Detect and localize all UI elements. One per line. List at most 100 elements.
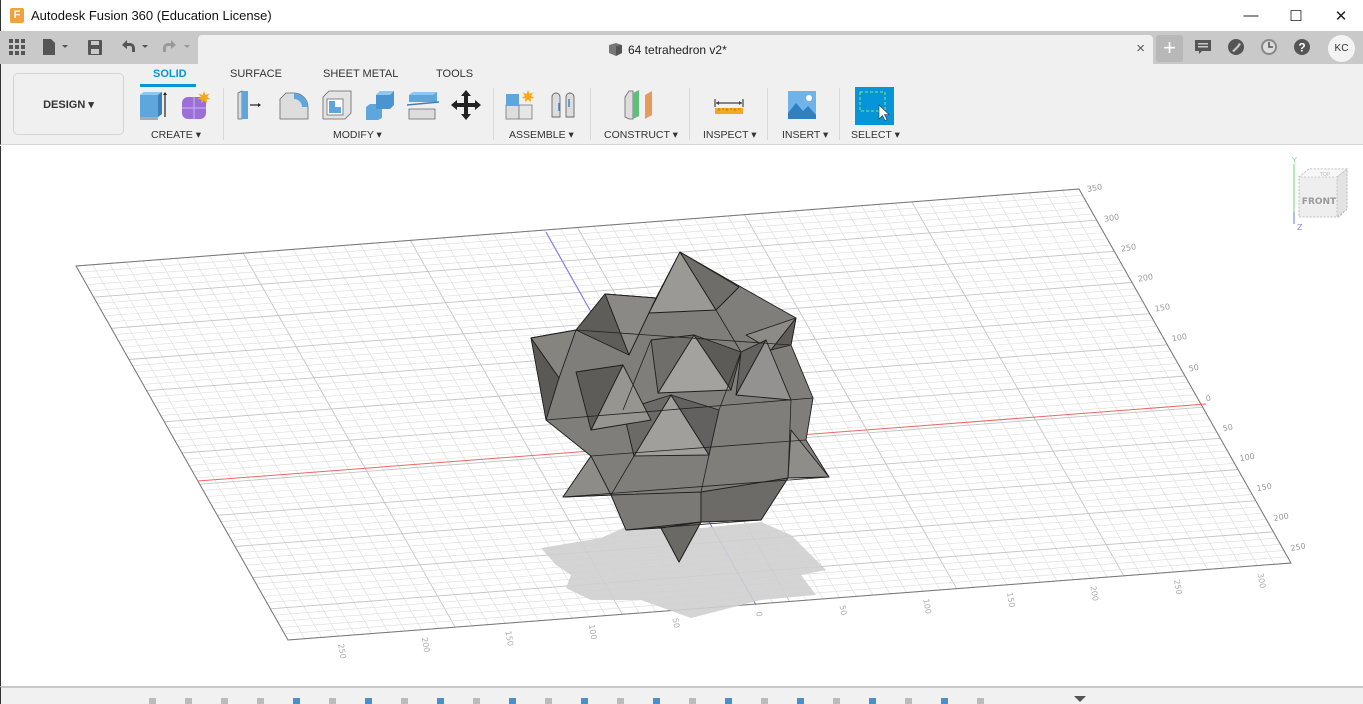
insert-menu[interactable]: INSERT ▾ [782,129,828,141]
timeline-feature-icon [509,698,516,704]
joint-icon[interactable] [548,89,580,121]
axis-tick-label: 250 [336,643,348,660]
timeline-feature-icon [437,698,444,704]
3d-viewport[interactable]: 350 300 250 200 150 100 50 0 50 100 150 200 250 250 20… [0,146,1363,686]
measure-icon[interactable] [713,89,745,121]
separator [493,88,494,140]
offset-plane-icon[interactable] [623,89,655,121]
timeline-feature-icon [869,698,876,704]
timeline-feature-icon [653,698,660,704]
canvas[interactable]: 350 300 250 200 150 100 50 0 50 100 150 200 250 250 20… [1,146,1363,686]
save-icon[interactable] [88,38,102,56]
axis-tick-label: 150 [1256,482,1273,494]
separator [839,88,840,140]
comments-icon[interactable] [1193,37,1213,57]
extensions-icon[interactable] [1226,37,1246,57]
tab-tools[interactable]: TOOLS [436,68,473,80]
axis-tick-label: 350 [1086,182,1103,194]
maximize-button[interactable]: ☐ [1273,0,1319,31]
active-tab-indicator [140,84,196,87]
move-copy-icon[interactable] [450,89,482,121]
timeline-feature-icon [221,698,228,704]
close-tab-button[interactable]: × [1136,40,1145,57]
timeline-feature-icon [473,698,480,704]
split-body-icon[interactable] [407,89,439,121]
timeline-feature-icon [293,698,300,704]
minimize-button[interactable]: — [1228,0,1274,31]
tab-surface[interactable]: SURFACE [230,68,282,80]
select-menu[interactable]: SELECT ▾ [851,129,900,141]
timeline-controls[interactable] [1,688,1363,704]
axis-tick-label: 50 [1188,363,1200,374]
separator [689,88,690,140]
tab-sheet-metal[interactable]: SHEET METAL [323,68,398,80]
axis-tick-label: 300 [1256,572,1268,589]
separator [590,88,591,140]
create-menu[interactable]: CREATE ▾ [151,129,201,141]
window-select-icon[interactable] [855,87,894,125]
axis-tick-label: 150 [1005,592,1017,609]
timeline-feature-icon [941,698,948,704]
undo-icon[interactable] [120,38,152,56]
new-tab-button[interactable]: + [1156,35,1183,62]
workspace-switcher[interactable]: DESIGN ▾ [13,73,124,135]
timeline-feature-icon [761,698,768,704]
close-window-button[interactable]: ✕ [1318,0,1363,31]
timeline-feature-icon [833,698,840,704]
ribbon-toolbar: DESIGN ▾ SOLID SURFACE SHEET METAL TOOLS… [0,64,1363,145]
z-axis-label: Z [1297,223,1303,232]
user-avatar[interactable]: KC [1328,35,1355,62]
axis-tick-label: 300 [1103,212,1120,224]
axis-tick-label: 150 [503,630,515,647]
axis-tick-label: 0 [754,611,764,618]
construct-menu[interactable]: CONSTRUCT ▾ [604,129,678,141]
press-pull-icon[interactable] [235,89,267,121]
redo-icon[interactable] [162,38,194,56]
axis-tick-label: 100 [587,624,599,641]
combine-icon[interactable] [364,89,396,121]
file-icon[interactable] [42,38,70,56]
timeline-feature-icon [797,698,804,704]
viewcube-front-label[interactable]: FRONT [1302,197,1337,207]
modify-menu[interactable]: MODIFY ▾ [333,129,382,141]
timeline-feature-icon [581,698,588,704]
create-form-icon[interactable] [180,89,212,121]
axis-tick-label: 250 [1290,541,1307,553]
document-name: 64 tetrahedron v2* [628,43,727,57]
new-component-icon[interactable] [504,89,536,121]
axis-tick-label: 50 [1222,423,1234,434]
axis-tick-label: 200 [420,637,432,654]
timeline-feature-icon [149,698,156,704]
extrude-icon[interactable] [138,89,170,121]
axis-tick-label: 250 [1120,242,1137,254]
viewcube[interactable]: FRONT TOP Y Z [1285,152,1355,232]
fillet-icon[interactable] [278,89,310,121]
grid-menu-icon[interactable] [9,38,25,56]
timeline-feature-icon [257,698,264,704]
shell-icon[interactable] [321,89,353,121]
tab-solid[interactable]: SOLID [153,68,187,80]
axis-tick-label: 200 [1137,272,1154,284]
timeline-feature-icon [329,698,336,704]
insert-image-icon[interactable] [786,89,818,121]
timeline-feature-icon [545,698,552,704]
document-tab[interactable]: 64 tetrahedron v2* × [198,35,1153,64]
viewcube-top-label[interactable]: TOP [1319,172,1330,178]
axis-tick-label: 50 [671,617,682,629]
timeline-marker-icon [1074,696,1086,702]
help-icon[interactable]: ? [1292,37,1312,57]
timeline-feature-icon [725,698,732,704]
separator [223,88,224,140]
title-bar: F Autodesk Fusion 360 (Education License… [0,0,1363,31]
axis-tick-label: 200 [1273,512,1290,524]
timeline-feature-icon [977,698,984,704]
axis-tick-label: 250 [1172,579,1184,596]
inspect-menu[interactable]: INSPECT ▾ [703,129,757,141]
timeline-feature-icon [401,698,408,704]
assemble-menu[interactable]: ASSEMBLE ▾ [509,129,574,141]
timeline-feature-icon [689,698,696,704]
axis-tick-label: 100 [1239,452,1256,464]
timeline-feature-icon [617,698,624,704]
timeline-feature-icon [905,698,912,704]
job-status-icon[interactable] [1259,37,1279,57]
